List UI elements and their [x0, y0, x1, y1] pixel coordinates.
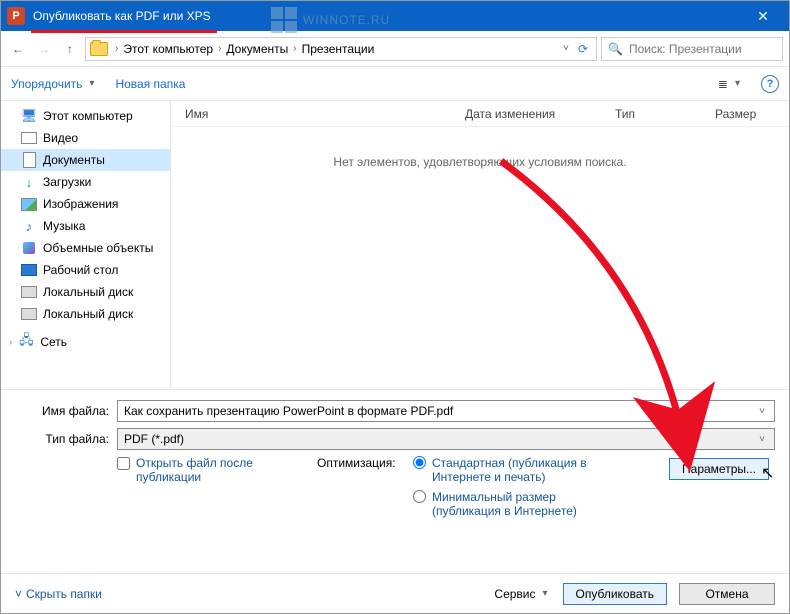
- filetype-label: Тип файла:: [15, 432, 117, 446]
- disk-icon: [21, 306, 37, 322]
- sidebar-item-music[interactable]: ♪Музыка: [1, 215, 170, 237]
- folder-icon: [90, 42, 108, 56]
- optimize-standard-radio[interactable]: Стандартная (публикация в Интернете и пе…: [413, 456, 593, 484]
- filename-input[interactable]: Как сохранить презентацию PowerPoint в ф…: [117, 400, 775, 422]
- refresh-icon[interactable]: ⟳: [574, 42, 592, 56]
- up-icon[interactable]: ↑: [59, 38, 81, 60]
- service-button[interactable]: Сервис▾: [494, 587, 550, 601]
- document-icon: [21, 152, 37, 168]
- pc-icon: 🖥: [21, 108, 37, 124]
- empty-message: Нет элементов, удовлетворяющих условиям …: [171, 127, 789, 169]
- organize-button[interactable]: Упорядочить▾: [11, 77, 97, 91]
- sidebar-item-documents[interactable]: Документы: [1, 149, 170, 171]
- sidebar-item-downloads[interactable]: ↓Загрузки: [1, 171, 170, 193]
- sidebar-item-videos[interactable]: Видео: [1, 127, 170, 149]
- sidebar: 🖥Этот компьютер Видео Документы ↓Загрузк…: [1, 101, 171, 389]
- sidebar-item-3d[interactable]: Объемные объекты: [1, 237, 170, 259]
- filetype-combo[interactable]: PDF (*.pdf)˅: [117, 428, 775, 450]
- chevron-right-icon[interactable]: ›: [290, 43, 299, 54]
- sidebar-item-this-pc[interactable]: 🖥Этот компьютер: [1, 105, 170, 127]
- forward-icon[interactable]: →: [33, 38, 55, 60]
- objects-icon: [21, 240, 37, 256]
- video-icon: [21, 130, 37, 146]
- column-headers[interactable]: Имя Дата изменения Тип Размер: [171, 101, 789, 127]
- back-icon[interactable]: ←: [7, 38, 29, 60]
- radio-input[interactable]: [413, 456, 426, 469]
- desktop-icon: [21, 262, 37, 278]
- options-button[interactable]: Параметры...: [669, 458, 769, 480]
- chevron-right-icon[interactable]: ›: [112, 43, 121, 54]
- column-size[interactable]: Размер: [701, 107, 789, 121]
- hide-folders-button[interactable]: ˅ Скрыть папки: [15, 587, 102, 601]
- help-icon[interactable]: ?: [761, 75, 779, 93]
- sidebar-item-network[interactable]: ›🖧Сеть: [1, 331, 170, 353]
- optimize-label: Оптимизация:: [317, 456, 413, 524]
- close-icon[interactable]: ✕: [743, 8, 783, 25]
- window-title: Опубликовать как PDF или XPS: [33, 9, 743, 23]
- chevron-down-icon[interactable]: ˅: [756, 406, 768, 417]
- network-icon: 🖧: [18, 334, 34, 350]
- checkbox-input[interactable]: [117, 457, 130, 470]
- search-icon: 🔍: [608, 42, 623, 56]
- view-button[interactable]: ≣▾: [718, 77, 743, 91]
- search-placeholder: Поиск: Презентации: [629, 42, 742, 56]
- breadcrumb-item[interactable]: Документы: [226, 42, 288, 56]
- download-icon: ↓: [21, 174, 37, 190]
- chevron-down-icon: ˅: [15, 587, 22, 601]
- column-date[interactable]: Дата изменения: [451, 107, 601, 121]
- chevron-down-icon: ▾: [86, 78, 97, 89]
- open-after-checkbox[interactable]: Открыть файл после публикации: [117, 456, 317, 484]
- sidebar-item-pictures[interactable]: Изображения: [1, 193, 170, 215]
- column-type[interactable]: Тип: [601, 107, 701, 121]
- disk-icon: [21, 284, 37, 300]
- search-input[interactable]: 🔍 Поиск: Презентации: [601, 37, 783, 61]
- highlight-underline: [31, 30, 217, 33]
- column-name[interactable]: Имя: [171, 107, 451, 121]
- sidebar-item-disk[interactable]: Локальный диск: [1, 303, 170, 325]
- breadcrumb[interactable]: › Этот компьютер › Документы › Презентац…: [85, 37, 597, 61]
- chevron-down-icon[interactable]: ˅: [560, 43, 572, 54]
- publish-button[interactable]: Опубликовать: [563, 583, 667, 605]
- sidebar-item-disk[interactable]: Локальный диск: [1, 281, 170, 303]
- cancel-button[interactable]: Отмена: [679, 583, 775, 605]
- breadcrumb-item[interactable]: Презентации: [302, 42, 375, 56]
- optimize-minimal-radio[interactable]: Минимальный размер (публикация в Интерне…: [413, 490, 593, 518]
- filename-label: Имя файла:: [15, 404, 117, 418]
- chevron-right-icon[interactable]: ›: [215, 43, 224, 54]
- chevron-down-icon: ˅: [756, 434, 768, 445]
- music-icon: ♪: [21, 218, 37, 234]
- sidebar-item-desktop[interactable]: Рабочий стол: [1, 259, 170, 281]
- breadcrumb-item[interactable]: Этот компьютер: [123, 42, 213, 56]
- radio-input[interactable]: [413, 490, 426, 503]
- new-folder-button[interactable]: Новая папка: [115, 77, 185, 91]
- app-icon: P: [7, 7, 25, 25]
- image-icon: [21, 196, 37, 212]
